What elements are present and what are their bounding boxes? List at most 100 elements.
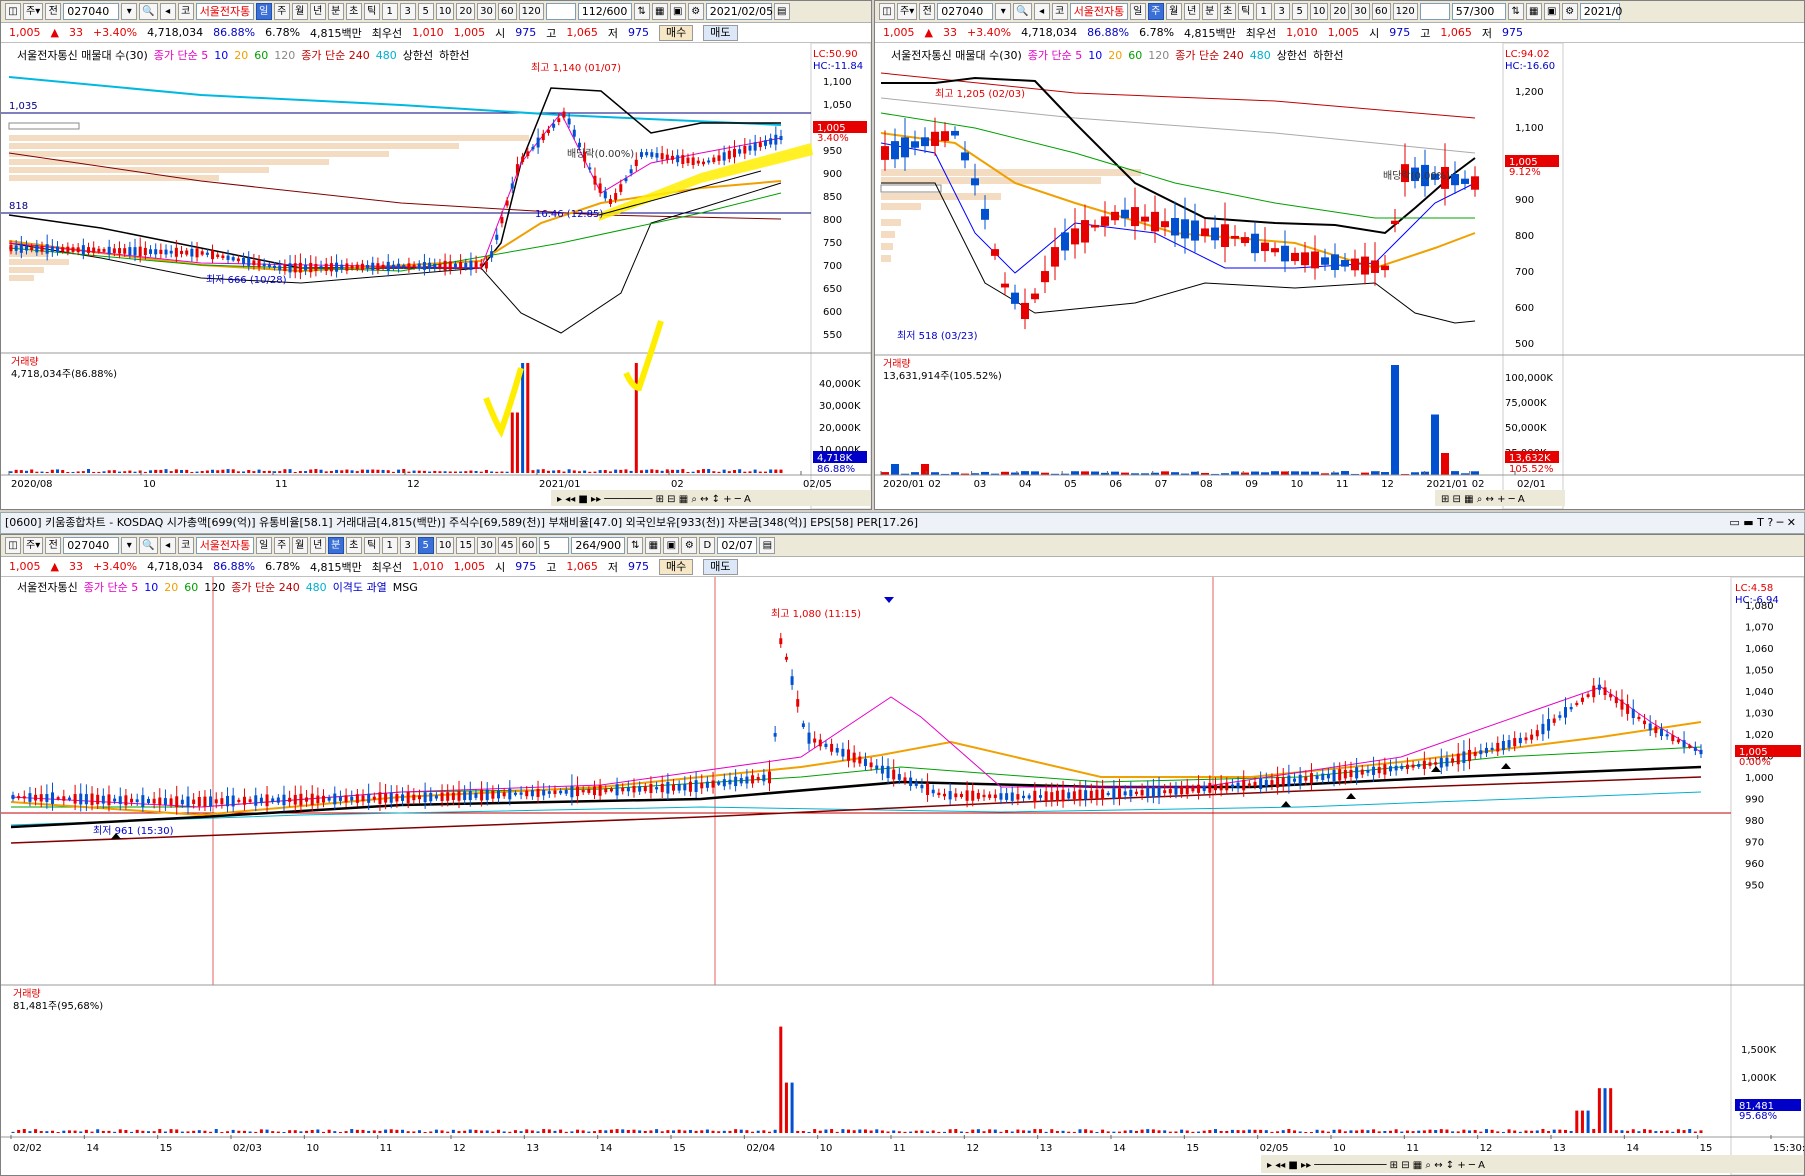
scroll-controls[interactable]: ▸ ◂◂ ■ ▸▸ ──────────── ⊞ ⊟ ▦ ⌕ ↔ ↕ + ─ A [1267, 1160, 1485, 1171]
save-icon[interactable]: ▣ [1543, 3, 1560, 20]
period-input[interactable] [1419, 3, 1450, 20]
period-1[interactable]: 1 [381, 537, 398, 554]
calendar-icon[interactable]: ▤ [759, 537, 776, 554]
mode-year[interactable]: 년 [309, 537, 326, 554]
dropdown-icon[interactable]: ▾ [121, 3, 138, 20]
mode-tick[interactable]: 틱 [363, 3, 380, 20]
mode-year[interactable]: 년 [1183, 3, 1200, 20]
period-10[interactable]: 10 [435, 3, 455, 20]
period-20[interactable]: 20 [1330, 3, 1350, 20]
ko-button[interactable]: 코 [1051, 3, 1068, 20]
period-3[interactable]: 3 [399, 3, 416, 20]
period-20[interactable]: 20 [456, 3, 476, 20]
mode-day[interactable]: 일 [255, 3, 272, 20]
mode-week[interactable]: 주 [273, 537, 290, 554]
mode-month[interactable]: 월 [1165, 3, 1182, 20]
d-check[interactable]: D [699, 537, 716, 554]
window-icon[interactable]: ◫ [879, 3, 895, 20]
period-1[interactable]: 1 [381, 3, 398, 20]
calendar-icon[interactable]: ▤ [773, 3, 790, 20]
window-icon[interactable]: ◫ [5, 537, 21, 554]
grid-icon[interactable]: ▦ [1525, 3, 1542, 20]
gear-icon[interactable]: ⚙ [1561, 3, 1578, 20]
mode-year[interactable]: 년 [309, 3, 326, 20]
count-input[interactable]: 264/900 [571, 537, 626, 554]
count-input[interactable]: 112/600 [577, 3, 632, 20]
mode-sec[interactable]: 초 [1219, 3, 1236, 20]
mode-tick[interactable]: 틱 [1237, 3, 1254, 20]
prev-button[interactable]: 전 [919, 3, 936, 20]
sound-icon[interactable]: ◂ [159, 3, 176, 20]
scroll-controls[interactable]: ⊞ ⊟ ▦ ⌕ ↔ + ─ A [1441, 494, 1525, 505]
date-input[interactable]: 02/07 [717, 537, 758, 554]
sell-button[interactable]: 매도 [703, 24, 738, 41]
period-5[interactable]: 5 [1291, 3, 1308, 20]
mode-tick[interactable]: 틱 [363, 537, 380, 554]
search-icon[interactable]: 🔍 [1013, 3, 1032, 20]
window-icon[interactable]: ◫ [5, 3, 21, 20]
period-30[interactable]: 30 [477, 3, 496, 20]
mode-week[interactable]: 주 [1147, 3, 1164, 20]
interval-input[interactable]: 5 [539, 537, 570, 554]
code-input[interactable]: 027040 [63, 3, 120, 20]
code-input[interactable]: 027040 [937, 3, 994, 20]
market-select[interactable]: 주▾ [23, 537, 44, 554]
period-120[interactable]: 120 [1392, 3, 1418, 20]
dropdown-icon[interactable]: ▾ [121, 537, 138, 554]
period-3[interactable]: 3 [1273, 3, 1290, 20]
code-input[interactable]: 027040 [63, 537, 120, 554]
search-icon[interactable]: 🔍 [139, 537, 158, 554]
period-10[interactable]: 10 [435, 537, 455, 554]
period-15[interactable]: 15 [456, 537, 476, 554]
tool-icon[interactable]: ⇅ [627, 537, 644, 554]
tool-icon[interactable]: ⇅ [633, 3, 650, 20]
period-30[interactable]: 30 [1351, 3, 1370, 20]
mode-week[interactable]: 주 [273, 3, 290, 20]
period-60[interactable]: 60 [497, 3, 517, 20]
mode-month[interactable]: 월 [291, 3, 308, 20]
mode-sec[interactable]: 초 [345, 537, 362, 554]
gear-icon[interactable]: ⚙ [687, 3, 704, 20]
period-30[interactable]: 30 [477, 537, 496, 554]
prev-button[interactable]: 전 [45, 3, 62, 20]
mode-day[interactable]: 일 [255, 537, 272, 554]
sound-icon[interactable]: ◂ [1033, 3, 1050, 20]
sell-button[interactable]: 매도 [703, 558, 738, 575]
mode-min[interactable]: 분 [327, 3, 344, 20]
scroll-controls[interactable]: ▸ ◂◂ ■ ▸▸ ──────── ⊞ ⊟ ▦ ⌕ ↔ ↕ + ─ A [557, 494, 751, 505]
mode-day[interactable]: 일 [1129, 3, 1146, 20]
mode-min[interactable]: 분 [327, 537, 344, 554]
period-10[interactable]: 10 [1309, 3, 1329, 20]
period-60[interactable]: 60 [518, 537, 538, 554]
save-icon[interactable]: ▣ [663, 537, 680, 554]
buy-button[interactable]: 매수 [659, 24, 694, 41]
period-60[interactable]: 60 [1371, 3, 1391, 20]
search-icon[interactable]: 🔍 [139, 3, 158, 20]
grid-icon[interactable]: ▦ [651, 3, 668, 20]
prev-button[interactable]: 전 [45, 537, 62, 554]
ko-button[interactable]: 코 [177, 3, 194, 20]
period-1[interactable]: 1 [1255, 3, 1272, 20]
period-5[interactable]: 5 [417, 3, 434, 20]
date-input[interactable]: 2021/02/05 [705, 3, 773, 20]
save-icon[interactable]: ▣ [669, 3, 686, 20]
buy-button[interactable]: 매수 [659, 558, 694, 575]
ko-button[interactable]: 코 [177, 537, 194, 554]
count-input[interactable]: 57/300 [1451, 3, 1506, 20]
market-select[interactable]: 주▾ [897, 3, 918, 20]
period-3[interactable]: 3 [399, 537, 416, 554]
mode-min[interactable]: 분 [1201, 3, 1218, 20]
mode-sec[interactable]: 초 [345, 3, 362, 20]
dropdown-icon[interactable]: ▾ [995, 3, 1012, 20]
gear-icon[interactable]: ⚙ [681, 537, 698, 554]
window-controls[interactable]: ▭ ▬ T ? ─ ✕ [1729, 513, 1796, 533]
mode-month[interactable]: 월 [291, 537, 308, 554]
date-input[interactable]: 2021/0 [1579, 3, 1622, 20]
period-5[interactable]: 5 [417, 537, 434, 554]
tool-icon[interactable]: ⇅ [1507, 3, 1524, 20]
period-120[interactable]: 120 [518, 3, 544, 20]
market-select[interactable]: 주▾ [23, 3, 44, 20]
period-input[interactable] [545, 3, 576, 20]
period-45[interactable]: 45 [497, 537, 517, 554]
sound-icon[interactable]: ◂ [159, 537, 176, 554]
